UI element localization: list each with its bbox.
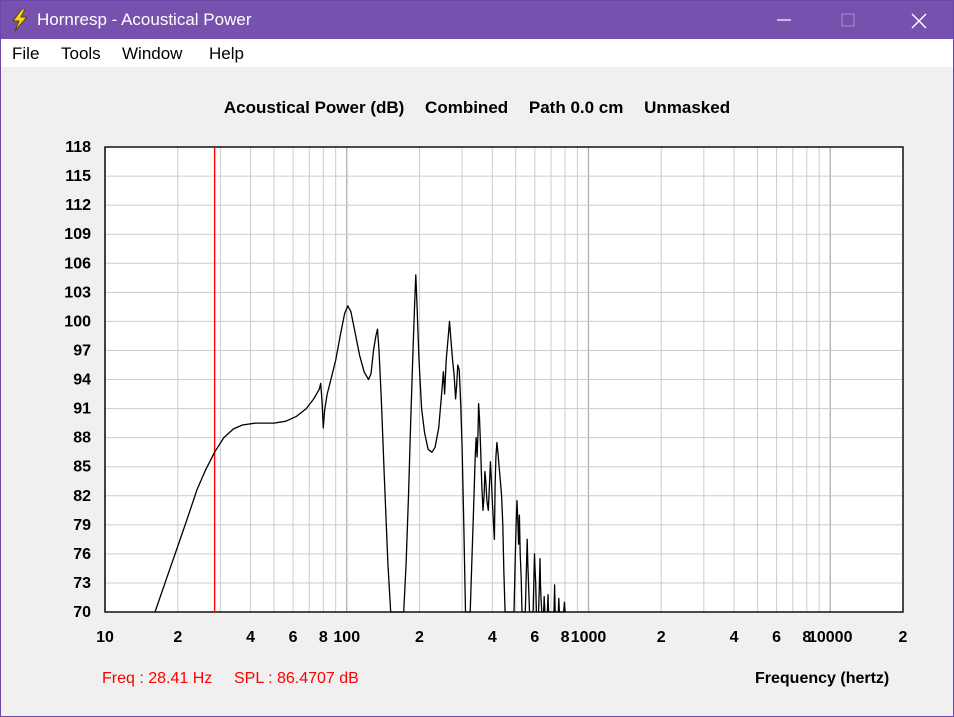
x-tick-label: 1000 bbox=[571, 629, 607, 646]
x-tick-label: 8 bbox=[561, 629, 570, 646]
close-icon bbox=[911, 13, 927, 29]
y-tick-label: 103 bbox=[64, 284, 91, 301]
x-tick-label: 10000 bbox=[808, 629, 853, 646]
maximize-icon bbox=[841, 13, 855, 27]
menu-tools[interactable]: Tools bbox=[61, 44, 101, 64]
acoustical-power-chart[interactable]: 1181151121091061031009794918885827976737… bbox=[1, 67, 953, 716]
lightning-bolt-icon bbox=[12, 9, 29, 31]
plot-area: Acoustical Power (dB) Combined Path 0.0 … bbox=[1, 67, 953, 716]
menu-help[interactable]: Help bbox=[209, 44, 244, 64]
y-tick-label: 109 bbox=[64, 226, 91, 243]
x-tick-label: 100 bbox=[333, 629, 360, 646]
x-tick-label: 6 bbox=[530, 629, 539, 646]
y-tick-label: 106 bbox=[64, 255, 91, 272]
y-tick-label: 82 bbox=[73, 488, 91, 505]
y-tick-label: 79 bbox=[73, 517, 91, 534]
menu-window[interactable]: Window bbox=[122, 44, 182, 64]
title-bar[interactable]: Hornresp - Acoustical Power bbox=[1, 1, 953, 39]
x-tick-label: 4 bbox=[246, 629, 255, 646]
x-tick-label: 4 bbox=[730, 629, 739, 646]
y-tick-label: 88 bbox=[73, 430, 91, 447]
y-tick-label: 118 bbox=[65, 139, 91, 156]
spl-readout: SPL : 86.4707 dB bbox=[234, 670, 359, 687]
y-tick-label: 112 bbox=[65, 197, 91, 214]
y-tick-label: 76 bbox=[73, 546, 91, 563]
y-tick-label: 94 bbox=[73, 372, 91, 389]
x-tick-label: 2 bbox=[415, 629, 424, 646]
minimize-button[interactable] bbox=[761, 1, 807, 39]
x-tick-label: 6 bbox=[772, 629, 781, 646]
x-tick-label: 6 bbox=[289, 629, 298, 646]
minimize-icon bbox=[777, 19, 791, 21]
y-tick-label: 70 bbox=[73, 604, 91, 621]
x-tick-label: 2 bbox=[899, 629, 908, 646]
x-tick-label: 2 bbox=[173, 629, 182, 646]
maximize-button[interactable] bbox=[825, 1, 871, 39]
x-tick-label: 2 bbox=[657, 629, 666, 646]
menu-file[interactable]: File bbox=[12, 44, 39, 64]
y-tick-label: 85 bbox=[73, 459, 91, 476]
y-tick-label: 91 bbox=[73, 401, 91, 418]
app-window: Hornresp - Acoustical Power File Tools W… bbox=[0, 0, 954, 717]
window-title: Hornresp - Acoustical Power bbox=[37, 10, 252, 29]
y-tick-label: 115 bbox=[65, 168, 91, 185]
y-tick-label: 97 bbox=[73, 342, 91, 359]
x-tick-label: 4 bbox=[488, 629, 497, 646]
x-axis-label: Frequency (hertz) bbox=[755, 670, 890, 687]
close-button[interactable] bbox=[895, 1, 941, 39]
y-tick-label: 73 bbox=[73, 575, 91, 592]
menu-bar: File Tools Window Help bbox=[1, 39, 953, 67]
x-tick-label: 10 bbox=[96, 629, 114, 646]
y-tick-label: 100 bbox=[64, 313, 91, 330]
freq-readout: Freq : 28.41 Hz bbox=[102, 670, 213, 687]
x-tick-label: 8 bbox=[319, 629, 328, 646]
